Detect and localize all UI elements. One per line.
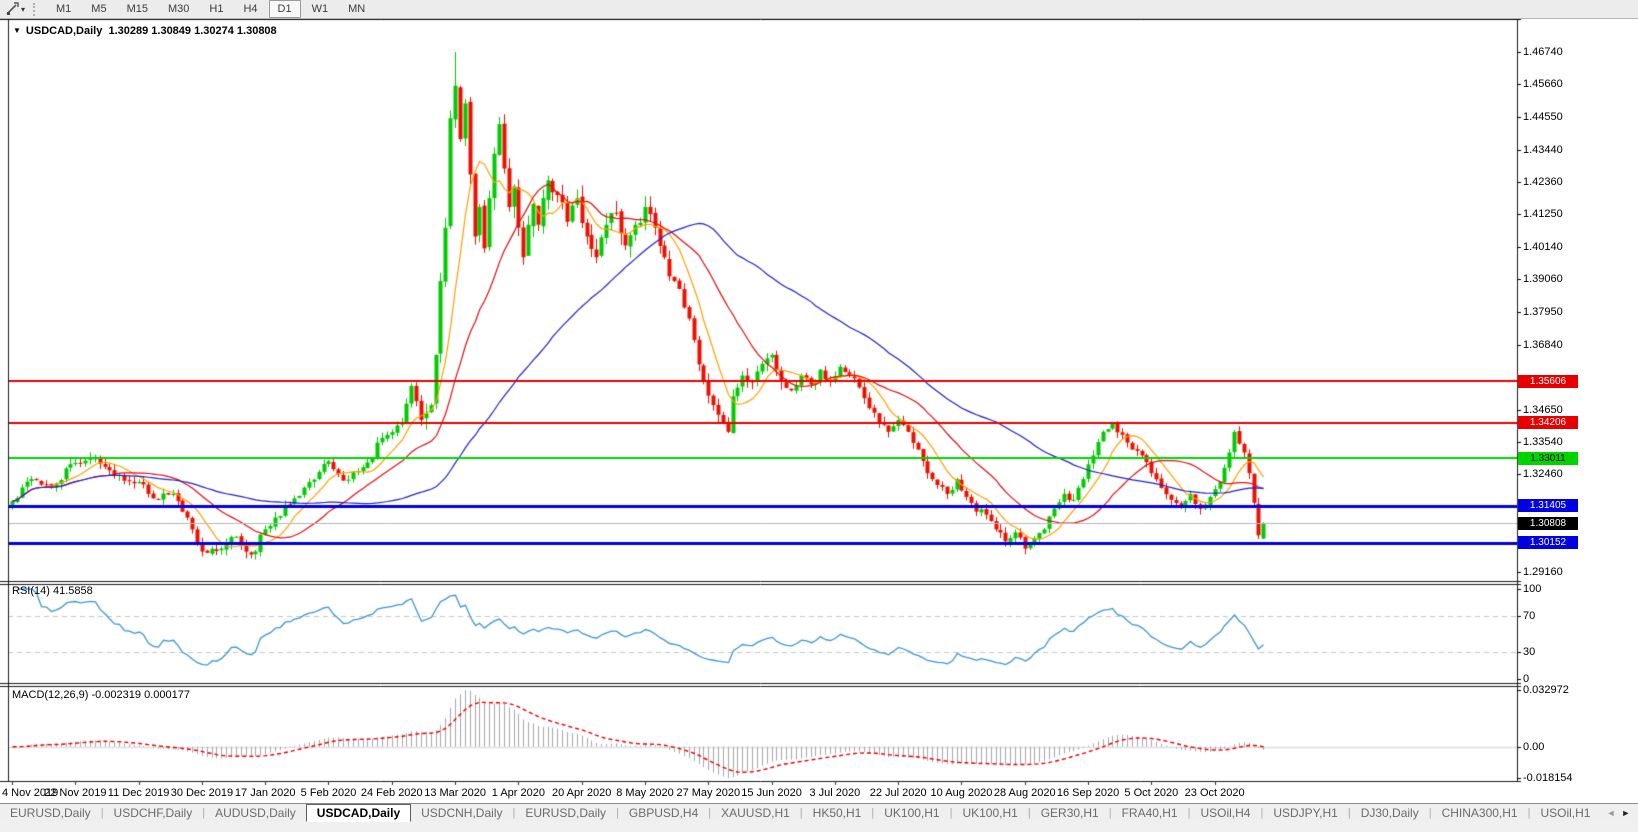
tab-USDCAD-Daily[interactable]: USDCAD,Daily [305, 804, 412, 822]
timeframe-H4[interactable]: H4 [234, 0, 266, 18]
timeframe-M15[interactable]: M15 [118, 0, 157, 18]
timeframe-buttons: M1 M5 M15 M30 H1 H4 D1 W1 MN [46, 0, 375, 18]
tab-GER30-H1[interactable]: GER30,H1 [1031, 805, 1109, 822]
timeframe-M30[interactable]: M30 [159, 0, 198, 18]
tab-USOil-H4[interactable]: USOil,H4 [1190, 805, 1260, 822]
tab-scroll-left-icon[interactable]: ◄ [1606, 808, 1615, 818]
tab-USOil-H1[interactable]: USOil,H1 [1530, 805, 1600, 822]
timeframe-D1[interactable]: D1 [268, 0, 301, 18]
tool-dropdown-caret-icon[interactable]: ▾ [21, 5, 25, 14]
tab-EURUSD-Daily[interactable]: EURUSD,Daily [0, 805, 101, 822]
tab-USDCNH-Daily[interactable]: USDCNH,Daily [411, 805, 512, 822]
toolbar-grip-handle[interactable] [33, 2, 38, 16]
tab-USDCHF-Daily[interactable]: USDCHF,Daily [104, 805, 203, 822]
tab-scroll-right-icon[interactable]: ► [1621, 808, 1630, 818]
tab-GBPUSD-H4[interactable]: GBPUSD,H4 [619, 805, 708, 822]
symbol-tabs: EURUSD,Daily | USDCHF,Daily | AUDUSD,Daily US… [0, 804, 1600, 822]
timeframe-W1[interactable]: W1 [303, 0, 338, 18]
tab-AUDUSD-Daily[interactable]: AUDUSD,Daily [205, 805, 306, 822]
timeframe-MN[interactable]: MN [339, 0, 374, 18]
symbol-tab-bar: EURUSD,Daily | USDCHF,Daily | AUDUSD,Daily US… [0, 803, 1638, 822]
crosshair-tool-icon[interactable] [3, 2, 21, 17]
tab-UK100-H1[interactable]: UK100,H1 [874, 805, 949, 822]
tab-EURUSD-Daily[interactable]: EURUSD,Daily [515, 805, 616, 822]
tab-USDJPY-H1[interactable]: USDJPY,H1 [1263, 805, 1347, 822]
tab-XAUUSD-H1[interactable]: XAUUSD,H1 [711, 805, 800, 822]
timeframe-M5[interactable]: M5 [82, 0, 115, 18]
chart-window: ▼ USDCAD,Daily 1.30289 1.30849 1.30274 1.… [0, 19, 1638, 803]
timeframe-M1[interactable]: M1 [47, 0, 80, 18]
timeframe-H1[interactable]: H1 [200, 0, 232, 18]
mt4-window: ▾ M1 M5 M15 M30 H1 H4 D1 W1 MN ▼ USDCAD,Daily 1.3… [0, 0, 1638, 832]
status-strip [0, 822, 1638, 832]
tab-scroll-arrows: ◄ ► [1600, 808, 1630, 818]
tab-UK100-H1[interactable]: UK100,H1 [952, 805, 1027, 822]
tab-DJ30-Daily[interactable]: DJ30,Daily [1351, 805, 1429, 822]
chart-canvas[interactable] [0, 19, 1638, 803]
tab-HK50-H1[interactable]: HK50,H1 [803, 805, 872, 822]
tab-FRA40-H1[interactable]: FRA40,H1 [1112, 805, 1188, 822]
tab-CHINA300-H1[interactable]: CHINA300,H1 [1432, 805, 1528, 822]
top-toolbar: ▾ M1 M5 M15 M30 H1 H4 D1 W1 MN [0, 0, 1638, 19]
